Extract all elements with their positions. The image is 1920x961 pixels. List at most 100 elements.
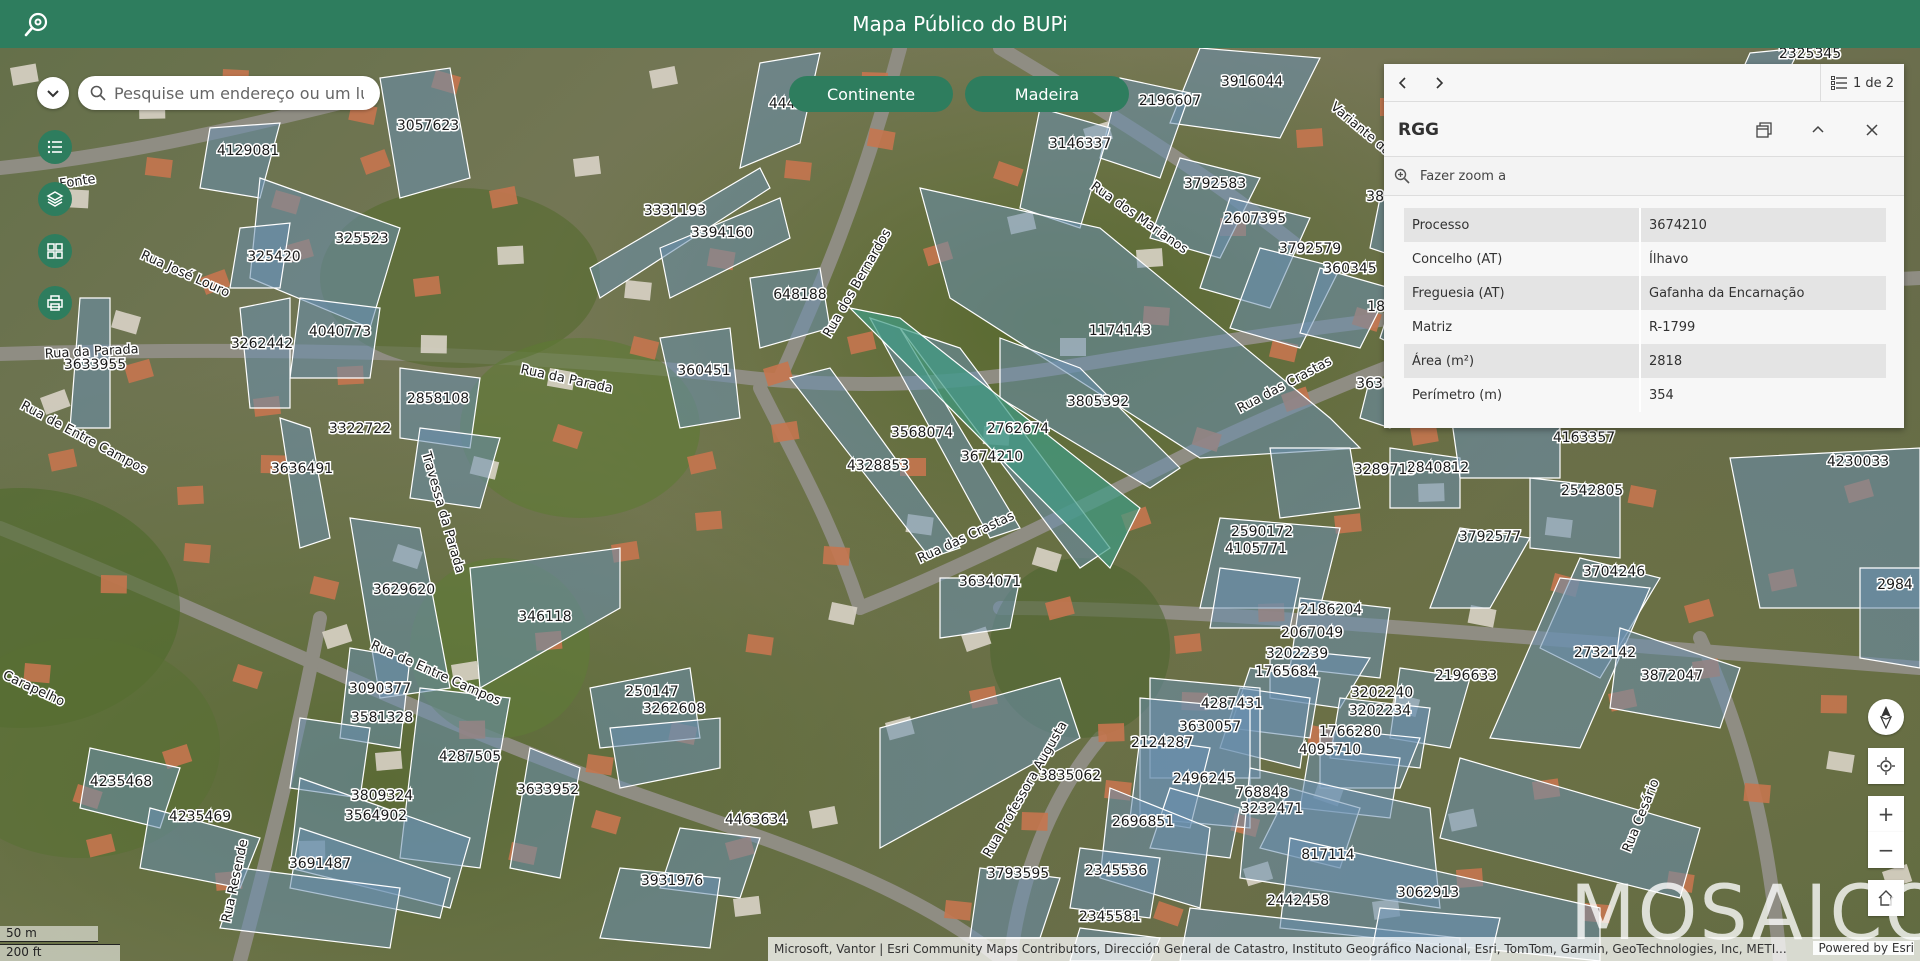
building[interactable] [784,160,812,181]
building[interactable] [1098,723,1125,742]
map-pin-search-icon[interactable] [22,10,52,40]
building[interactable] [100,575,127,594]
building[interactable] [111,310,141,335]
building[interactable] [1173,633,1202,654]
parcel[interactable] [1209,567,1301,629]
building[interactable] [1683,598,1714,624]
building[interactable] [497,245,524,265]
building[interactable] [822,546,850,566]
parcel-label: 4163357 [1553,430,1615,446]
building[interactable] [1627,484,1657,508]
parcel-label: 3872047 [1641,668,1703,684]
parcel[interactable] [509,747,581,879]
zoom-to-action[interactable]: Fazer zoom a [1384,156,1904,196]
parcel-label: 3634071 [959,574,1021,590]
building[interactable] [624,280,652,301]
parcel[interactable] [749,267,831,349]
building[interactable] [573,155,601,177]
building[interactable] [993,160,1024,187]
parcel[interactable] [1389,447,1461,509]
parcel-label: 2542805 [1561,483,1623,499]
building[interactable] [48,448,78,472]
zoom-in-button[interactable]: + [1868,796,1904,832]
building[interactable] [177,485,204,505]
parcel-label: 3835062 [1039,768,1101,784]
locate-button[interactable] [1868,748,1904,784]
building[interactable] [809,806,838,829]
close-popup-button[interactable] [1862,120,1882,140]
building[interactable] [183,543,211,564]
building[interactable] [649,66,678,89]
zoom-in-magnifier-icon [1394,168,1410,184]
scale-bar-imperial: 200 ft [0,944,120,961]
building[interactable] [591,810,621,835]
parcel-label: 3581328 [351,710,413,726]
parcel[interactable] [239,297,291,409]
parcel[interactable] [1269,447,1361,519]
attribute-value: 3674210 [1640,208,1886,242]
building[interactable] [745,634,774,656]
collapse-toggle-button[interactable] [37,77,69,109]
parcel-label: 2345536 [1085,863,1147,879]
building[interactable] [144,157,173,179]
feature-pager[interactable]: 1 de 2 [1820,64,1904,102]
dock-button[interactable] [1754,120,1774,140]
search-input[interactable] [114,83,364,103]
building[interactable] [733,895,761,917]
powered-by-esri-link[interactable]: Powered by Esri [1812,941,1914,955]
building[interactable] [1021,811,1048,831]
layers-button[interactable] [38,182,72,216]
parcel-label: 3809324 [351,788,413,804]
collapse-popup-button[interactable] [1808,120,1828,140]
building[interactable] [1031,547,1062,572]
legend-button[interactable] [38,130,72,164]
parcel-label: 3232471 [1241,801,1303,817]
basemap-gallery-button[interactable] [38,234,72,268]
compass-button[interactable] [1868,699,1904,735]
parcel-label: 1765684 [1255,664,1317,680]
building[interactable] [1296,128,1324,148]
parcel-label: 3704246 [1583,564,1645,580]
building[interactable] [360,149,391,175]
building[interactable] [309,576,340,600]
madeira-button[interactable]: Madeira [965,76,1129,112]
attribute-row: Matriz R-1799 [1404,310,1886,344]
building[interactable] [10,63,39,86]
parcel-label: 3931976 [641,873,703,889]
parcel-label: 3691487 [289,856,351,872]
building[interactable] [420,334,447,354]
zoom-to-label: Fazer zoom a [1420,168,1507,184]
chevron-up-icon [1812,125,1824,133]
pager-text: 1 de 2 [1852,75,1895,91]
parcel-label: 346118 [518,609,571,625]
building[interactable] [944,900,972,921]
parcel[interactable] [609,717,721,789]
parcel-label: 2442458 [1267,893,1329,909]
building[interactable] [1826,751,1855,773]
building[interactable] [694,510,723,531]
building[interactable] [1820,695,1847,714]
parcel-label: 3202240 [1351,685,1413,701]
attribute-value: 2818 [1640,344,1886,378]
building[interactable] [232,664,263,690]
zoom-out-button[interactable]: − [1868,832,1904,868]
building[interactable] [322,623,353,650]
building[interactable] [1153,901,1184,927]
parcel[interactable] [1019,107,1111,229]
building[interactable] [375,750,403,771]
building[interactable] [124,358,154,384]
parcel-label: 3792577 [1459,529,1521,545]
building[interactable] [585,753,614,776]
parcel[interactable] [1069,847,1161,919]
parcel[interactable] [279,417,331,549]
parcel-label: 325523 [335,231,388,247]
vegetation-area[interactable] [460,338,700,518]
building[interactable] [1743,783,1771,804]
search-box[interactable] [78,76,380,110]
previous-feature-button[interactable] [1394,74,1412,92]
continente-button[interactable]: Continente [789,76,953,112]
print-button[interactable] [38,286,72,320]
building[interactable] [413,275,441,297]
next-feature-button[interactable] [1430,74,1448,92]
building[interactable] [846,331,877,355]
